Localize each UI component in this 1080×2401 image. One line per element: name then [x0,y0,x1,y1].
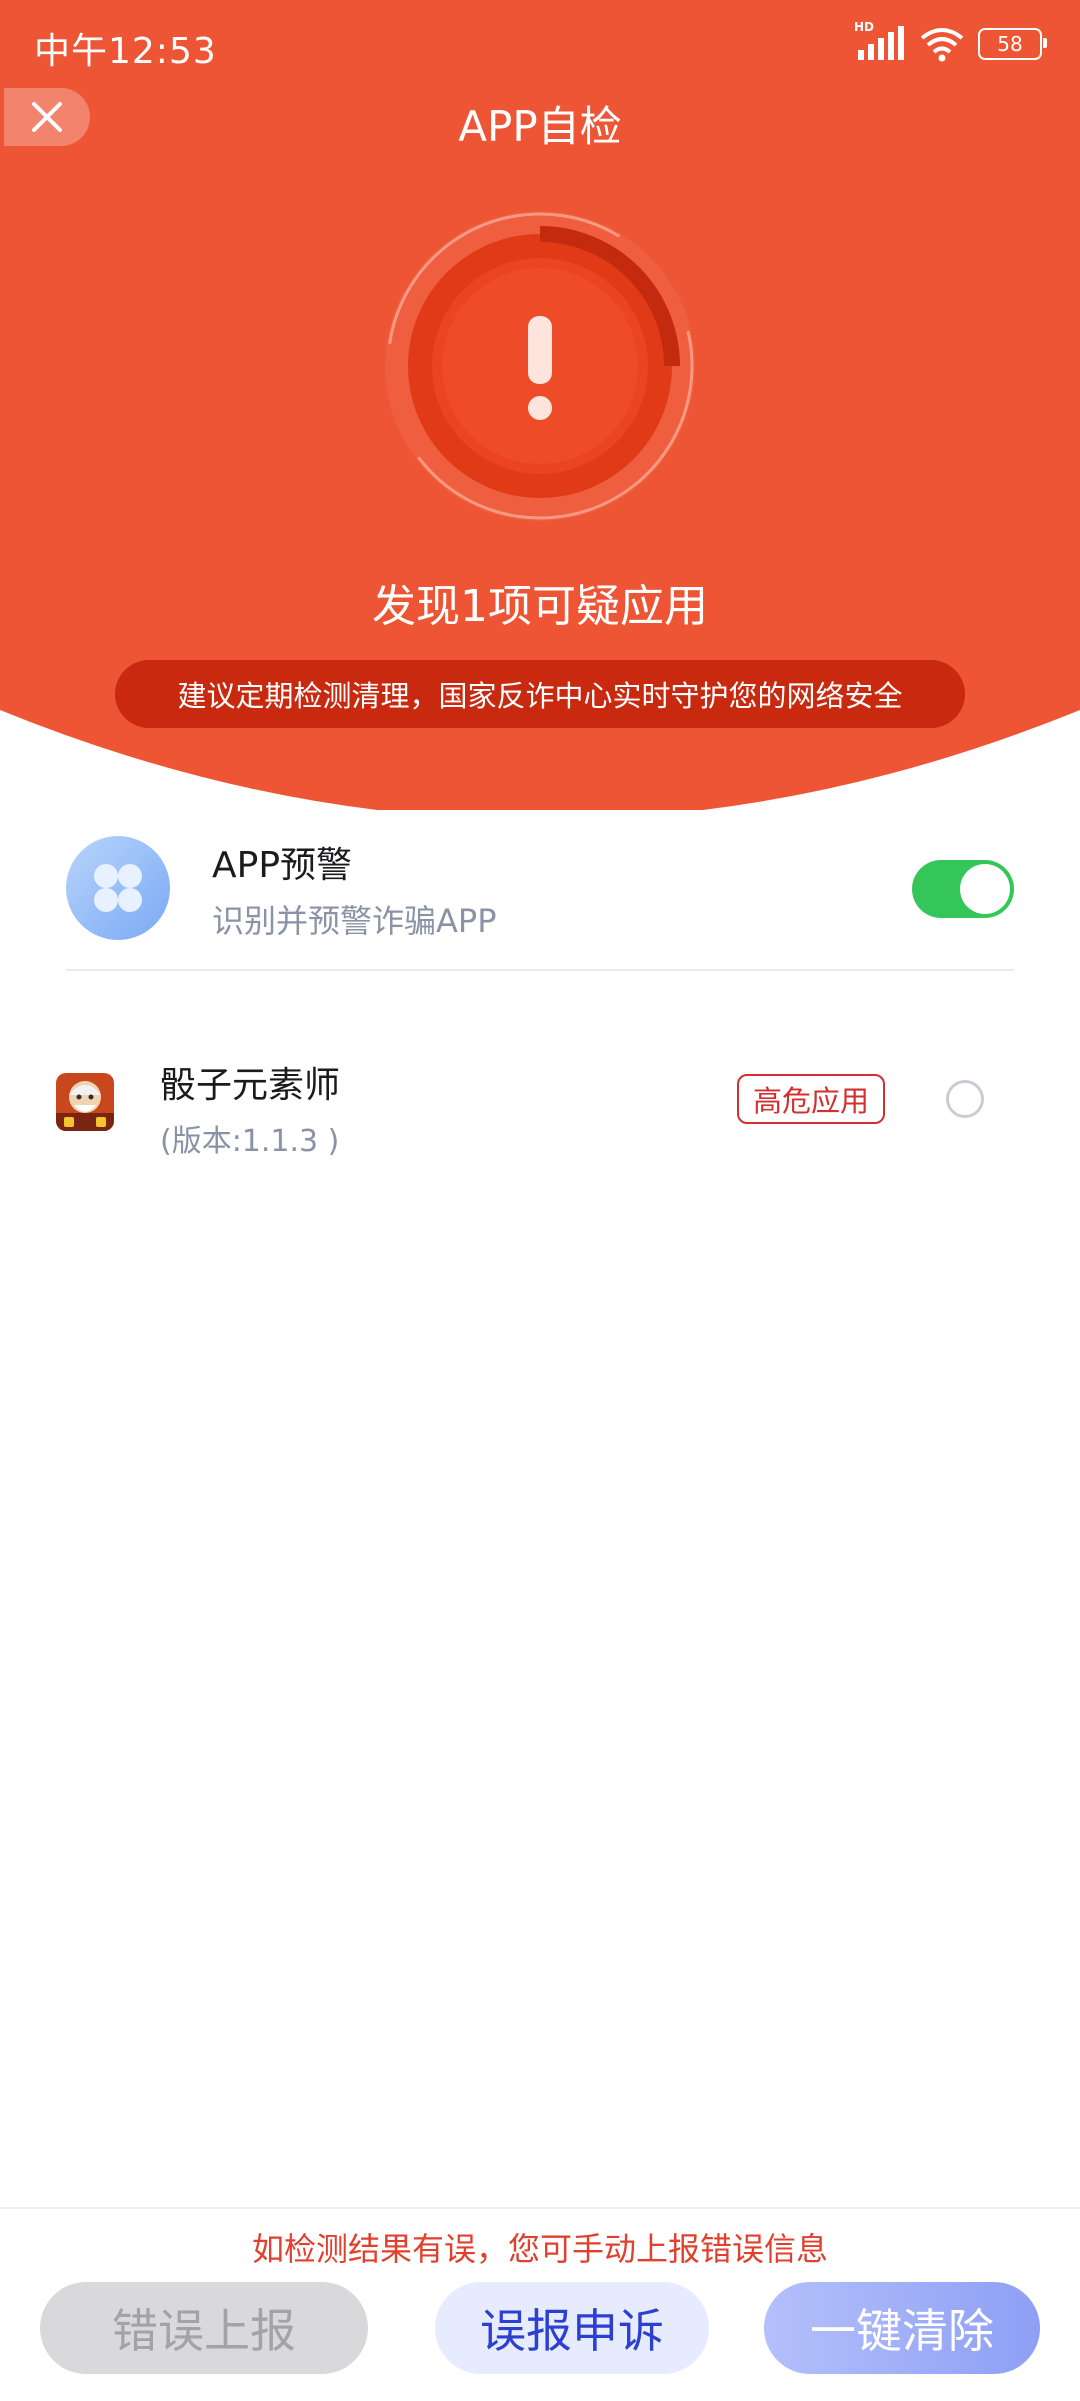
status-icons: HD 58 [854,20,1047,64]
network-badge: HD [854,20,875,34]
toggle-knob [960,864,1010,914]
status-bar: 中午12:53 HD 58 [0,0,1080,90]
app-select-radio[interactable] [946,1080,984,1118]
divider [66,969,1014,971]
app-name: 骰子元素师 [160,1065,341,1106]
page-title: APP自检 [458,102,622,151]
battery-level: 58 [997,32,1023,56]
app-icon-dice-elementalist [56,1073,114,1131]
safety-tip-text: 建议定期检测清理，国家反诈中心实时守护您的网络安全 [177,679,903,713]
app-self-check-screen: 中午12:53 HD 58 APP自检 发现1项可疑应用 建议定期检测清理，国家… [0,0,1080,2401]
four-petal-app-icon [66,836,170,940]
wifi-icon [920,28,964,62]
error-report-hint: 如检测结果有误，您可手动上报错误信息 [251,2230,828,2268]
status-time: 中午12:53 [34,31,217,72]
app-warning-row: APP预警 识别并预警诈骗APP [66,836,1014,971]
app-version: (版本:1.1.3 ) [160,1124,340,1159]
signal-icon: HD [854,20,906,64]
safety-tip-banner: 建议定期检测清理，国家反诈中心实时守护您的网络安全 [115,660,965,728]
one-click-clear-button[interactable]: 一键清除 [764,2282,1040,2374]
app-warning-subtitle: 识别并预警诈骗APP [212,902,497,940]
error-report-button[interactable]: 错误上报 [40,2282,368,2374]
app-warning-title: APP预警 [212,845,353,886]
bottom-divider [0,2207,1080,2209]
battery-icon: 58 [978,28,1047,60]
app-warning-toggle[interactable] [912,860,1014,918]
found-suspicious-count: 发现1项可疑应用 [372,581,708,632]
false-report-appeal-button[interactable]: 误报申诉 [435,2282,709,2374]
high-risk-badge: 高危应用 [737,1074,885,1124]
exclamation-alert-icon [380,206,700,526]
suspicious-app-row[interactable]: 骰子元素师 (版本:1.1.3 ) 高危应用 [56,1050,1016,1160]
